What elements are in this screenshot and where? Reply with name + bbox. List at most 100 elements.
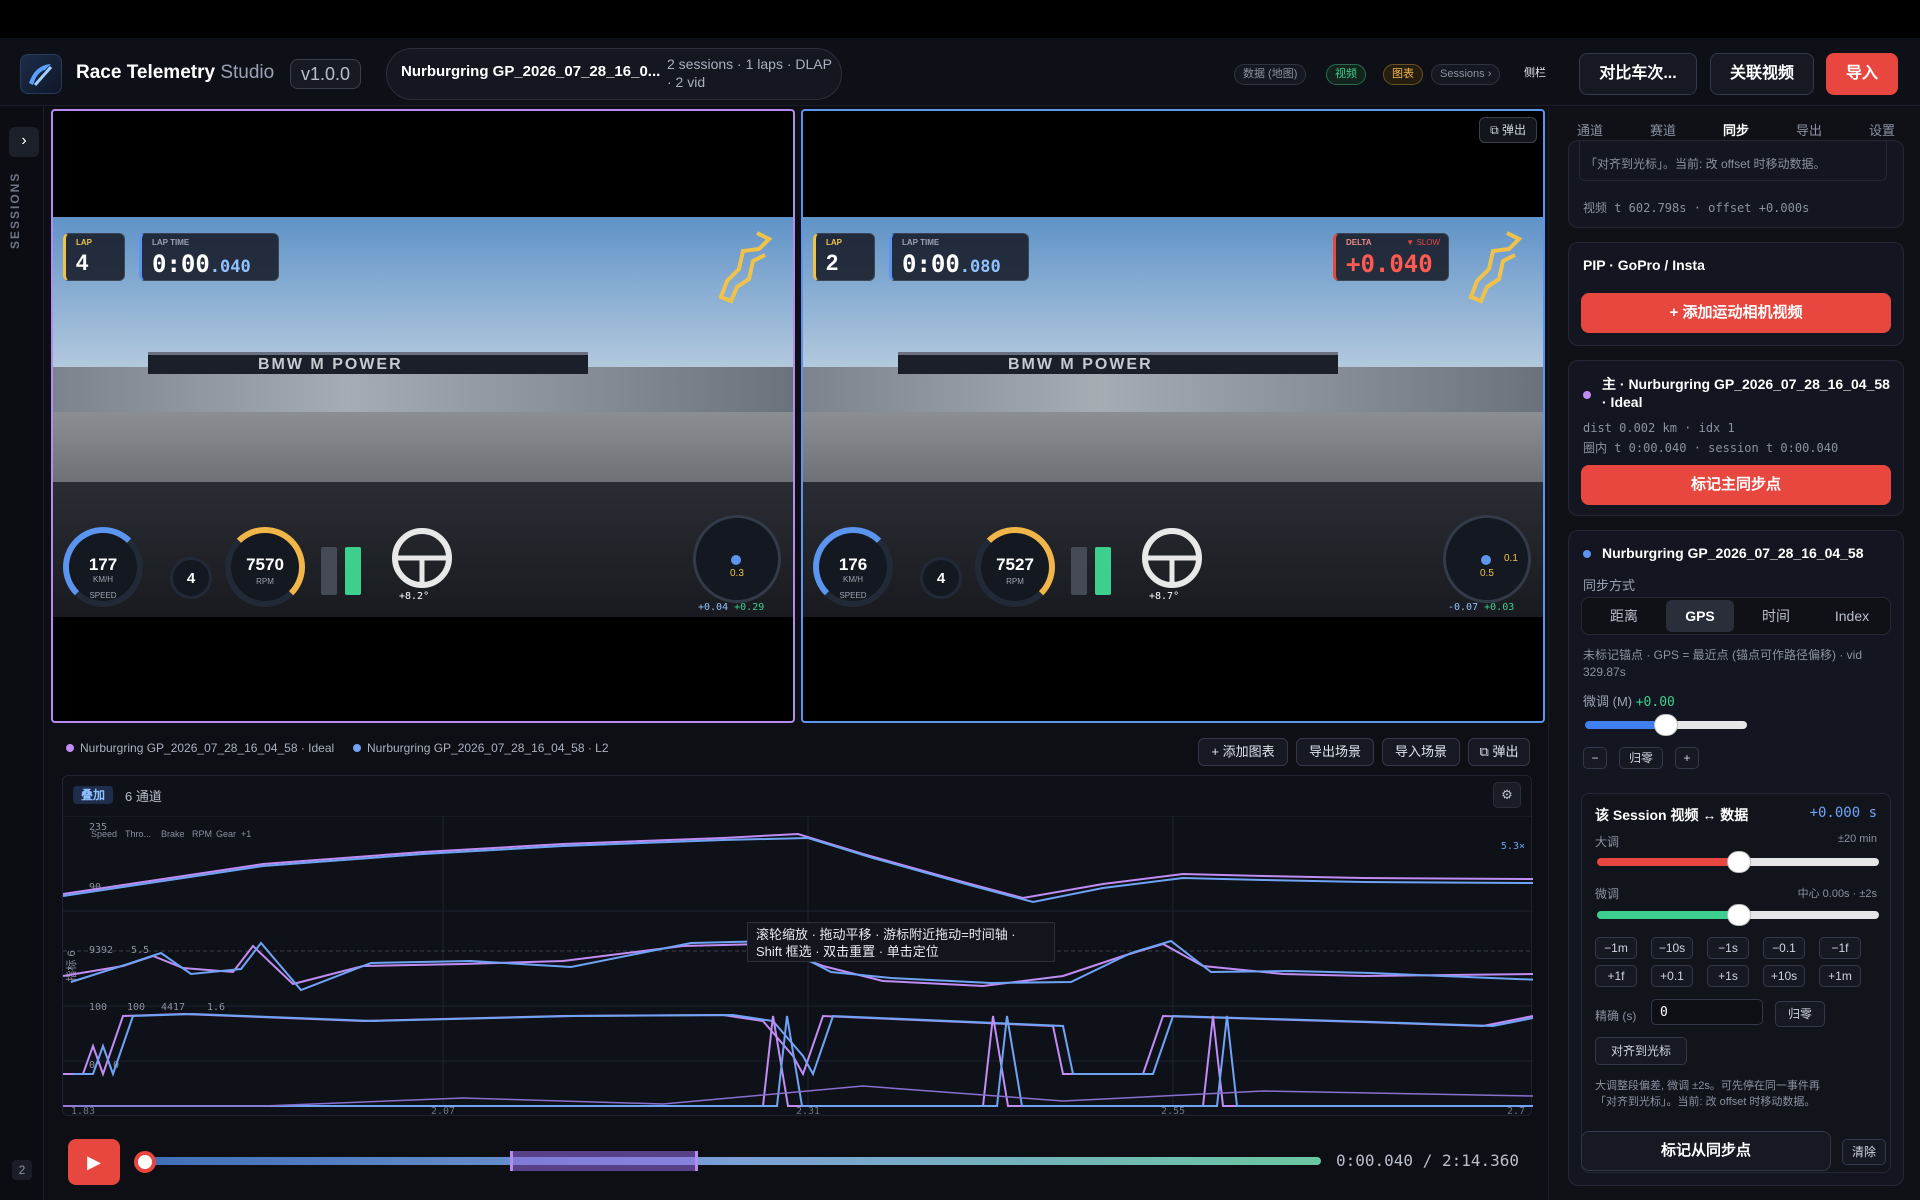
- x-tick-label: 1.83: [71, 1106, 95, 1116]
- play-button[interactable]: ▶: [68, 1139, 120, 1185]
- nav-chip-sidebar[interactable]: 侧栏: [1516, 64, 1554, 85]
- rpm-gauge: 7527 RPM: [975, 527, 1055, 607]
- channel-label: RPM: [192, 829, 212, 839]
- legend-item-l2: Nurburgring GP_2026_07_28_16_04_58 · L2: [353, 741, 609, 755]
- session-sync-title: 该 Session 视频 ↔ 数据: [1595, 807, 1749, 823]
- fine-adjust-knob[interactable]: [1654, 714, 1678, 736]
- x-tick-label: 2.7: [1507, 1106, 1525, 1116]
- sessions-rail-label: SESSIONS: [8, 171, 22, 249]
- align-to-cursor-button[interactable]: 对齐到光标: [1595, 1037, 1687, 1065]
- tab-sync[interactable]: 同步: [1706, 120, 1766, 139]
- sync-mode-时间[interactable]: 时间: [1742, 600, 1810, 632]
- sync-mode-note: 未标记锚点 · GPS = 最近点 (锚点可作路径偏移) · vid 329.8…: [1583, 648, 1863, 679]
- g-force-meter: 0.5 0.1: [1443, 515, 1531, 603]
- x-tick-label: 2.07: [431, 1106, 455, 1116]
- step-minus-1f[interactable]: −1f: [1819, 937, 1861, 959]
- sync-mode-index[interactable]: Index: [1818, 600, 1886, 632]
- video-banner: BMW M POWER: [1008, 356, 1153, 373]
- slave-title: Nurburgring GP_2026_07_28_16_04_58: [1602, 545, 1864, 561]
- tab-settings[interactable]: 设置: [1852, 120, 1912, 139]
- step-plus-1m[interactable]: +1m: [1819, 965, 1861, 987]
- precise-offset-input[interactable]: [1651, 999, 1763, 1025]
- import-scene-button[interactable]: 导入场景: [1382, 738, 1460, 766]
- step-plus-1f[interactable]: +1f: [1595, 965, 1637, 987]
- chart-popout-button[interactable]: ⧉ 弹出: [1468, 738, 1530, 766]
- pip-title: PIP · GoPro / Insta: [1583, 257, 1705, 273]
- add-action-camera-button[interactable]: + 添加运动相机视频: [1581, 293, 1891, 333]
- hud-lap: LAP 2: [813, 233, 875, 281]
- session-name: Nurburgring GP_2026_07_28_16_0...: [401, 63, 661, 80]
- overlay-mode-tag[interactable]: 叠加: [73, 786, 114, 804]
- y-tick-label: 235: [89, 822, 107, 833]
- timeline-scrubber-handle[interactable]: [134, 1151, 157, 1173]
- compare-laps-button[interactable]: 对比车次...: [1579, 53, 1697, 95]
- track-map-icon: [1463, 225, 1523, 305]
- clear-sync-button[interactable]: 清除: [1842, 1139, 1886, 1165]
- video-pane-ideal[interactable]: BMW M POWER LAP 4 LAP TIME 0:00.040 177 …: [51, 109, 795, 723]
- nav-chip-data-map[interactable]: 数据 (地图): [1234, 64, 1307, 85]
- video-pane-l2[interactable]: ⧉ 弹出 BMW M POWER LAP 2 LAP TIME 0:00.080…: [801, 109, 1545, 723]
- hud-laptime: LAP TIME 0:00.080: [889, 233, 1029, 281]
- tab-track[interactable]: 赛道: [1633, 120, 1693, 139]
- nav-chip-video[interactable]: 视频: [1326, 64, 1366, 85]
- app-title: Race Telemetry Studio: [76, 62, 275, 83]
- brake-bar: [1071, 547, 1087, 595]
- step-minus-1s[interactable]: −1s: [1707, 937, 1749, 959]
- coarse-offset-knob[interactable]: [1727, 851, 1751, 873]
- y-tick-label: 100: [127, 1002, 145, 1013]
- channel-count: 6 通道: [125, 789, 162, 804]
- import-button[interactable]: 导入: [1826, 53, 1898, 95]
- fine-plus-button[interactable]: +: [1675, 747, 1699, 769]
- y-tick-label: 1.6: [207, 1002, 225, 1013]
- nav-chip-chart[interactable]: 图表: [1383, 64, 1423, 85]
- sync-mode-距离[interactable]: 距离: [1590, 600, 1658, 632]
- sync-mode-gps[interactable]: GPS: [1666, 600, 1734, 632]
- fine-zero-button[interactable]: 归零: [1619, 747, 1663, 769]
- steering-wheel-icon: [389, 525, 455, 591]
- fine-minus-button[interactable]: −: [1583, 747, 1607, 769]
- g-lat-value: -0.07: [1448, 602, 1479, 613]
- telemetry-chart[interactable]: 叠加 6 通道 ⚙ Speed Thro... Brake RPM Gear +1 5.3×…: [62, 775, 1533, 1116]
- mark-slave-sync-button[interactable]: 标记从同步点: [1581, 1131, 1831, 1171]
- tab-channels[interactable]: 通道: [1560, 120, 1620, 139]
- video-popout-button[interactable]: ⧉ 弹出: [1479, 117, 1537, 143]
- nav-chip-sessions[interactable]: Sessions ›: [1431, 64, 1501, 85]
- step-minus-1m[interactable]: −1m: [1595, 937, 1637, 959]
- step-minus-0-1[interactable]: −0.1: [1763, 937, 1805, 959]
- step-plus-10s[interactable]: +10s: [1763, 965, 1805, 987]
- export-scene-button[interactable]: 导出场景: [1296, 738, 1374, 766]
- fine-offset-knob[interactable]: [1727, 904, 1751, 926]
- chart-settings-gear-icon[interactable]: ⚙: [1493, 782, 1521, 808]
- throttle-line-l2: [73, 1012, 1533, 1078]
- step-plus-1s[interactable]: +1s: [1707, 965, 1749, 987]
- tab-export[interactable]: 导出: [1779, 120, 1839, 139]
- g-long-value: +0.03: [1484, 602, 1515, 613]
- timeline-track[interactable]: [145, 1157, 1321, 1165]
- step-minus-10s[interactable]: −10s: [1651, 937, 1693, 959]
- sync-info-card: 「对齐到光标」。当前: 改 offset 时移动数据。 视频 t 602.798…: [1568, 140, 1904, 228]
- g-lat-value: +0.04: [698, 602, 729, 613]
- master-sync-card: 主 · Nurburgring GP_2026_07_28_16_04_58 ·…: [1568, 360, 1904, 516]
- video-frame: BMW M POWER LAP 4 LAP TIME 0:00.040 177 …: [53, 217, 793, 617]
- steering-wheel-icon: [1139, 525, 1205, 591]
- hud-lap: LAP 4: [63, 233, 125, 281]
- speed-line-ideal: [63, 832, 1533, 900]
- video-banner: BMW M POWER: [258, 356, 403, 373]
- brake-bar: [321, 547, 337, 595]
- throttle-line-ideal: [63, 1012, 1533, 1078]
- throttle-bar: [345, 547, 361, 595]
- add-chart-button[interactable]: + 添加图表: [1198, 738, 1288, 766]
- mark-master-sync-button[interactable]: 标记主同步点: [1581, 465, 1891, 505]
- g-long-value: +0.29: [734, 602, 765, 613]
- expand-sessions-button[interactable]: ›: [9, 127, 39, 157]
- chart-plot-area[interactable]: Speed Thro... Brake RPM Gear +15.3×指标 6235909…: [63, 816, 1533, 1116]
- video-frame: BMW M POWER LAP 2 LAP TIME 0:00.080 DELT…: [803, 217, 1543, 617]
- step-plus-0-1[interactable]: +0.1: [1651, 965, 1693, 987]
- y-tick-label: 4417: [161, 1002, 185, 1013]
- link-video-button[interactable]: 关联视频: [1710, 53, 1814, 95]
- zoom-label: 5.3×: [1501, 841, 1525, 852]
- g-force-meter: 0.3: [693, 515, 781, 603]
- playback-time: 0:00.040 / 2:14.360: [1336, 1151, 1520, 1170]
- precise-zero-button[interactable]: 归零: [1775, 1001, 1825, 1027]
- timeline-selection-range[interactable]: [509, 1151, 698, 1171]
